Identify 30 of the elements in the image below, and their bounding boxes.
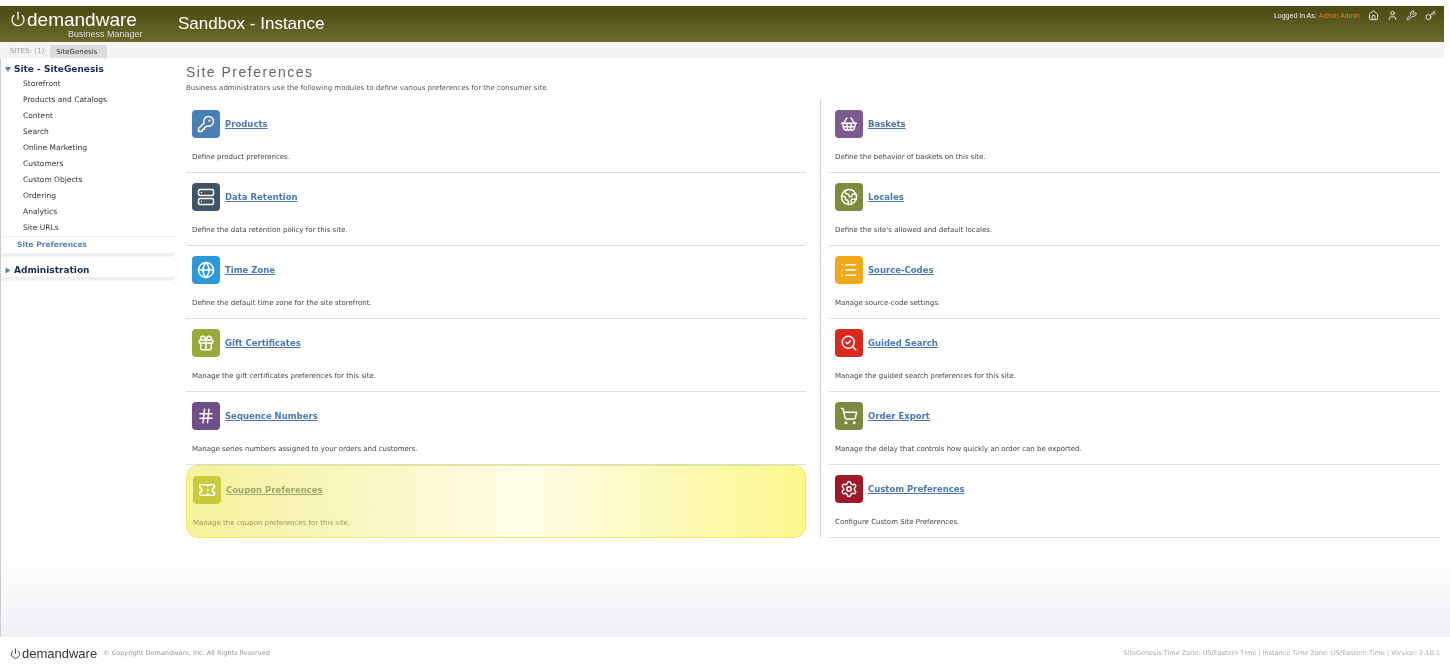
key-icon[interactable] [1425,10,1436,21]
module-link[interactable]: Guided Search [868,338,938,348]
module-icon[interactable] [835,329,863,357]
module-icon[interactable] [835,110,863,138]
footer-logo: demandware [10,645,98,661]
module-link[interactable]: Baskets [868,119,906,129]
module-link[interactable]: Custom Preferences [868,484,965,494]
module-link[interactable]: Sequence Numbers [225,411,318,421]
module-link[interactable]: Order Export [868,411,930,421]
module-link[interactable]: Source-Codes [868,265,934,275]
module-icon[interactable] [835,183,863,211]
module-link[interactable]: Data Retention [225,192,298,202]
instance-title: Sandbox - Instance [178,14,325,34]
wrench-icon[interactable] [1406,10,1417,21]
module-icon[interactable] [192,402,220,430]
home-icon[interactable] [1368,10,1379,21]
expand-arrow-icon[interactable] [5,66,11,72]
expand-arrow-icon[interactable] [5,267,11,273]
module-icon[interactable] [835,402,863,430]
page-title: Site Preferences [186,64,315,80]
module-link[interactable]: Locales [868,192,904,202]
module-icon[interactable] [835,475,863,503]
module-icon[interactable] [192,110,220,138]
logo: demandware [10,9,178,29]
module-link[interactable]: Products [225,119,268,129]
user-icon[interactable] [1387,10,1398,21]
module-icon[interactable] [192,183,220,211]
module-link[interactable]: Gift Certificates [225,338,301,348]
logo-subtitle: Business Manager [68,28,144,39]
module-link[interactable]: Time Zone [225,265,276,275]
